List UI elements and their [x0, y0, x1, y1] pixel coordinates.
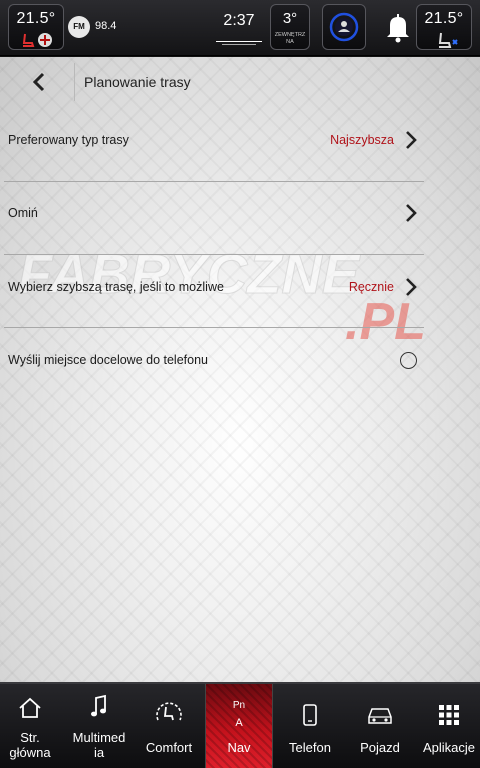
- heated-seat-icon: [22, 33, 52, 47]
- apps-grid-icon: [439, 705, 459, 725]
- music-note-icon: [91, 694, 106, 717]
- outside-label: ZEWNĘTRZ NA: [271, 32, 309, 46]
- car-icon: [368, 708, 392, 724]
- setting-label: Wyślij miejsce docelowe do telefonu: [8, 353, 208, 367]
- nav-media[interactable]: Multimed ia: [66, 684, 132, 768]
- outside-label-line2: NA: [286, 39, 294, 45]
- home-icon: [19, 697, 41, 718]
- driver-temperature: 21.5°: [16, 10, 56, 27]
- nav-home-label: Str. główna: [0, 730, 60, 760]
- chevron-left-icon: [32, 72, 45, 92]
- nav-media-label-line2: ia: [93, 745, 105, 760]
- phone-icon: [303, 704, 317, 726]
- fm-badge[interactable]: FM: [68, 16, 90, 38]
- nav-vehicle-label: Pojazd: [360, 740, 400, 755]
- setting-value: Ręcznie: [348, 280, 394, 294]
- screen-header: Planowanie trasy: [0, 57, 480, 105]
- driver-assist-button[interactable]: [322, 4, 366, 50]
- nav-home-label-line1: Str.: [20, 730, 40, 745]
- nav-comfort-label: Comfort: [145, 740, 193, 755]
- bell-icon: [387, 14, 409, 43]
- setting-row-route-type[interactable]: Preferowany typ trasy Najszybsza: [0, 105, 480, 177]
- driver-climate-button[interactable]: 21.5°: [8, 4, 64, 50]
- setting-row-avoid[interactable]: Omiń: [0, 178, 480, 250]
- nav-media-label: Multimed ia: [66, 730, 132, 760]
- send-to-phone-radio[interactable]: [400, 352, 417, 369]
- setting-row-faster-route[interactable]: Wybierz szybszą trasę, jeśli to możliwe …: [0, 252, 480, 324]
- nav-home[interactable]: Str. główna: [0, 684, 60, 768]
- gear-indicator: Pn: [232, 700, 246, 711]
- setting-row-send-to-phone[interactable]: Wyślij miejsce docelowe do telefonu: [0, 325, 480, 397]
- nav-media-label-line1: Multimed: [72, 730, 126, 745]
- comfort-icon: [156, 702, 182, 721]
- page-title: Planowanie trasy: [84, 74, 191, 90]
- nav-home-label-line2: główna: [9, 745, 51, 760]
- nav-phone-label: Telefon: [289, 740, 331, 755]
- seat-icon: [438, 32, 458, 48]
- chevron-right-icon: [406, 204, 417, 222]
- route-planning-screen: Planowanie trasy FABRYCZNE .PL Preferowa…: [0, 57, 480, 682]
- outside-label-line1: ZEWNĘTRZ: [274, 32, 306, 38]
- outside-temp-tile: 3° ZEWNĘTRZ NA: [270, 4, 310, 50]
- driver-profile-icon: [329, 12, 359, 42]
- nav-navigation[interactable]: Pn A Nav: [205, 684, 273, 768]
- clock-underline-2: [222, 44, 256, 45]
- passenger-climate-button[interactable]: 21.5°: [416, 4, 472, 50]
- setting-label: Omiń: [8, 206, 38, 220]
- setting-value: Najszybsza: [330, 133, 394, 147]
- radio-frequency[interactable]: 98.4: [95, 20, 116, 32]
- outside-temperature: 3°: [282, 10, 298, 27]
- passenger-temperature: 21.5°: [424, 10, 464, 27]
- nav-apps-label: Aplikacje: [422, 740, 476, 755]
- nav-apps[interactable]: Aplikacje: [418, 684, 480, 768]
- notifications-button[interactable]: [378, 4, 418, 50]
- back-button[interactable]: [22, 65, 58, 99]
- setting-label: Preferowany typ trasy: [8, 133, 129, 147]
- status-bar: 21.5° FM 98.4 2:37 3° ZEWNĘTRZ NA 21.5°: [0, 0, 480, 56]
- header-divider: [74, 63, 75, 101]
- setting-label: Wybierz szybszą trasę, jeśli to możliwe: [8, 280, 224, 294]
- nav-phone[interactable]: Telefon: [278, 684, 342, 768]
- bottom-navigation: Str. główna Multimed ia Comfort Pn A Nav: [0, 682, 480, 768]
- nav-navigation-label: Nav: [227, 740, 251, 755]
- chevron-right-icon: [406, 278, 417, 296]
- clock: 2:37: [223, 12, 255, 29]
- clock-underline: [216, 41, 262, 42]
- gear-mode: A: [235, 717, 243, 729]
- nav-vehicle[interactable]: Pojazd: [348, 684, 412, 768]
- chevron-right-icon: [406, 131, 417, 149]
- nav-comfort[interactable]: Comfort: [136, 684, 202, 768]
